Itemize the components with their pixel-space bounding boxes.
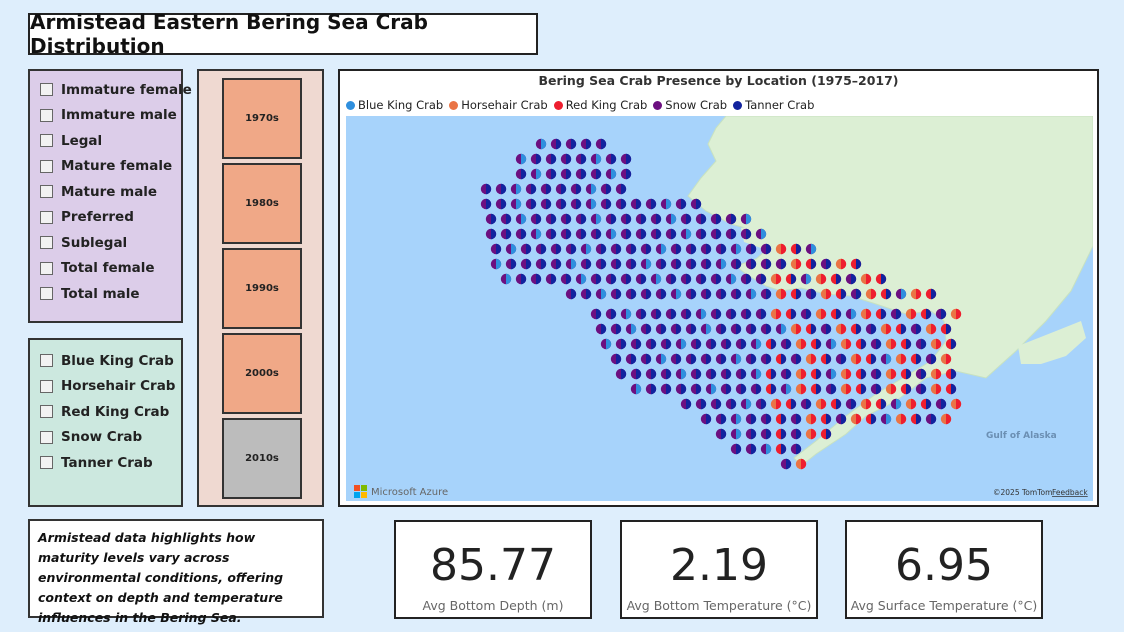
copyright-label: ©2025 TomTom — [993, 488, 1052, 497]
slicer-item-label: Blue King Crab — [61, 352, 174, 369]
slicer-item-blue-king-crab[interactable]: Blue King Crab — [40, 348, 174, 374]
kpi-label: Avg Bottom Temperature (°C) — [626, 598, 812, 613]
slicer-item-mature-male[interactable]: Mature male — [40, 179, 171, 205]
kpi-value: 6.95 — [895, 540, 993, 591]
checkbox[interactable] — [40, 261, 53, 275]
dashboard-title-box: Armistead Eastern Bering Sea Crab Distri… — [28, 10, 538, 58]
slicer-item-preferred[interactable]: Preferred — [40, 205, 171, 231]
legend-item-horsehair-crab[interactable]: Horsehair Crab — [449, 98, 548, 112]
map-legend: Blue King Crab Horsehair Crab Red King C… — [346, 98, 820, 112]
slicer-item-label: Total female — [61, 260, 155, 277]
slicer-item-label: Red King Crab — [61, 403, 170, 420]
legend-label: Horsehair Crab — [461, 98, 548, 112]
legend-item-snow-crab[interactable]: Snow Crab — [653, 98, 727, 112]
kpi-card-avg-surface-temperature: 6.95 Avg Surface Temperature (°C) — [845, 520, 1043, 619]
checkbox[interactable] — [40, 354, 53, 368]
checkbox[interactable] — [40, 134, 53, 148]
slicer-item-immature-male[interactable]: Immature male — [40, 103, 177, 129]
maturity-slicer: Immature female Immature male Legal Matu… — [28, 69, 192, 323]
legend-label: Tanner Crab — [745, 98, 815, 112]
slicer-item-label: Total male — [61, 285, 140, 302]
map-canvas[interactable]: Gulf of Alaska Microsoft Azure ©2025 Tom… — [346, 116, 1093, 501]
checkbox[interactable] — [40, 159, 53, 173]
checkbox[interactable] — [40, 210, 53, 224]
slicer-item-mature-female[interactable]: Mature female — [40, 154, 173, 180]
slicer-item-label: Tanner Crab — [61, 454, 153, 471]
slicer-item-total-male[interactable]: Total male — [40, 281, 171, 307]
provider-label: Microsoft Azure — [371, 487, 448, 498]
kpi-card-avg-bottom-temperature: 2.19 Avg Bottom Temperature (°C) — [620, 520, 818, 619]
slicer-item-red-king-crab[interactable]: Red King Crab — [40, 399, 171, 425]
map-visual: Bering Sea Crab Presence by Location (19… — [338, 69, 1099, 507]
slicer-item-label: Sublegal — [61, 234, 128, 251]
slicer-item-label: Mature female — [61, 158, 173, 175]
species-slicer: Blue King Crab Horsehair Crab Red King C… — [28, 338, 183, 507]
slicer-item-legal[interactable]: Legal — [40, 128, 171, 154]
slicer-item-horsehair-crab[interactable]: Horsehair Crab — [40, 374, 175, 400]
narrative-text: Armistead data highlights how maturity l… — [38, 530, 284, 625]
checkbox[interactable] — [40, 456, 53, 470]
slicer-item-immature-female[interactable]: Immature female — [40, 77, 192, 103]
legend-swatch — [733, 100, 743, 110]
decade-label: 1990s — [245, 283, 279, 294]
kpi-label: Avg Bottom Depth (m) — [422, 598, 564, 613]
slicer-item-label: Horsehair Crab — [61, 378, 176, 395]
slicer-item-label: Mature male — [61, 183, 158, 200]
decade-tile-1980s[interactable]: 1980s — [222, 163, 302, 244]
checkbox[interactable] — [40, 83, 53, 97]
legend-item-blue-king-crab[interactable]: Blue King Crab — [346, 98, 443, 112]
slicer-item-label: Immature female — [61, 81, 192, 98]
legend-label: Blue King Crab — [358, 98, 444, 112]
checkbox[interactable] — [40, 185, 53, 199]
decade-tile-1970s[interactable]: 1970s — [222, 78, 302, 159]
legend-label: Snow Crab — [665, 98, 728, 112]
legend-item-tanner-crab[interactable]: Tanner Crab — [733, 98, 814, 112]
kpi-value: 2.19 — [670, 540, 768, 591]
decade-tile-2000s[interactable]: 2000s — [222, 333, 302, 414]
kpi-label: Avg Surface Temperature (°C) — [850, 598, 1038, 613]
feedback-link[interactable]: Feedback — [1052, 488, 1088, 497]
slicer-item-tanner-crab[interactable]: Tanner Crab — [40, 450, 171, 476]
checkbox[interactable] — [40, 405, 53, 419]
decade-slicer: 1970s 1980s 1990s 2000s 2010s — [197, 69, 324, 507]
legend-swatch — [346, 100, 355, 110]
slicer-item-label: Snow Crab — [61, 429, 143, 446]
decade-label: 1970s — [245, 113, 279, 124]
checkbox[interactable] — [40, 108, 53, 122]
slicer-item-label: Preferred — [61, 209, 134, 226]
slicer-item-label: Immature male — [61, 107, 177, 124]
gulf-of-alaska-label: Gulf of Alaska — [986, 431, 1057, 441]
legend-swatch — [449, 100, 459, 110]
legend-swatch — [553, 100, 563, 110]
page-title: Armistead Eastern Bering Sea Crab Distri… — [30, 10, 428, 58]
decade-label: 2010s — [245, 453, 279, 464]
slicer-item-label: Legal — [61, 132, 103, 149]
checkbox[interactable] — [40, 287, 53, 301]
map-title: Bering Sea Crab Presence by Location (19… — [538, 73, 899, 88]
legend-item-red-king-crab[interactable]: Red King Crab — [553, 98, 648, 112]
decade-label: 2000s — [245, 368, 279, 379]
checkbox[interactable] — [40, 430, 53, 444]
decade-label: 1980s — [245, 198, 279, 209]
legend-label: Red King Crab — [565, 98, 648, 112]
decade-tile-2010s[interactable]: 2010s — [222, 418, 302, 499]
kpi-value: 85.77 — [430, 540, 556, 591]
slicer-item-sublegal[interactable]: Sublegal — [40, 230, 171, 256]
checkbox[interactable] — [40, 236, 53, 250]
map-svg[interactable]: Gulf of Alaska Microsoft Azure ©2025 Tom… — [346, 116, 1093, 501]
slicer-item-snow-crab[interactable]: Snow Crab — [40, 425, 171, 451]
narrative-textbox: Armistead data highlights how maturity l… — [28, 519, 324, 625]
kpi-card-avg-bottom-depth: 85.77 Avg Bottom Depth (m) — [394, 520, 592, 619]
checkbox[interactable] — [40, 379, 53, 393]
legend-swatch — [653, 100, 663, 110]
decade-tile-1990s[interactable]: 1990s — [222, 248, 302, 329]
slicer-item-total-female[interactable]: Total female — [40, 256, 171, 282]
